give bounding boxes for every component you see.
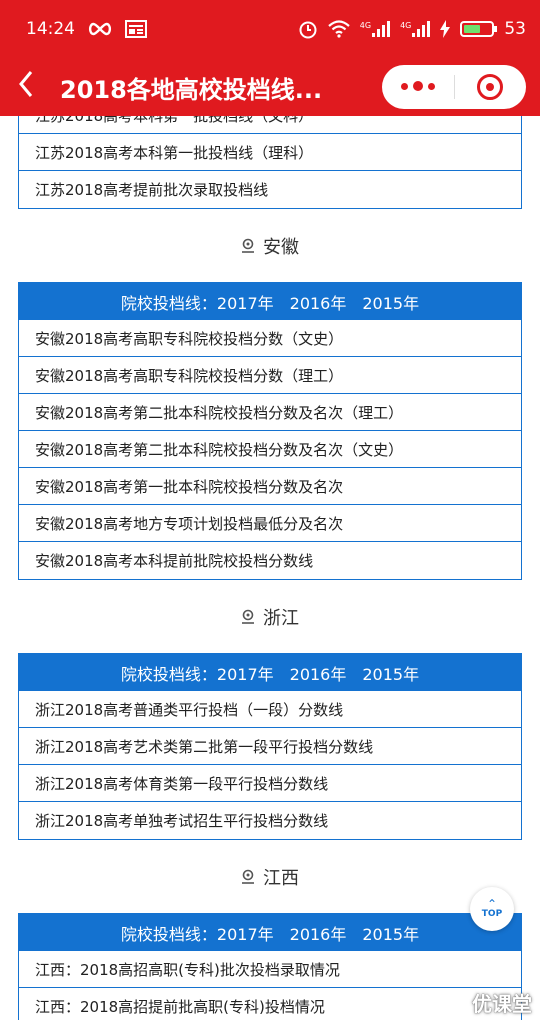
- list-item[interactable]: 安徽2018高考高职专科院校投档分数（理工）: [19, 357, 521, 394]
- battery-icon: [460, 21, 498, 37]
- year-link-2017[interactable]: 2017年: [217, 290, 274, 314]
- location-pin-icon: [242, 869, 254, 884]
- anhui-list: 院校投档线： 2017年 2016年 2015年 安徽2018高考高职专科院校投…: [18, 282, 522, 580]
- year-link-2017[interactable]: 2017年: [217, 661, 274, 685]
- list-item[interactable]: 安徽2018高考地方专项计划投档最低分及名次: [19, 505, 521, 542]
- infinity-icon: [88, 22, 112, 36]
- alarm-icon: [299, 21, 317, 39]
- list-item[interactable]: 江苏2018高考提前批次录取投档线: [19, 171, 521, 208]
- more-button[interactable]: [382, 81, 454, 92]
- list-item[interactable]: 安徽2018高考第二批本科院校投档分数及名次（理工）: [19, 394, 521, 431]
- header-label: 院校投档线：: [120, 664, 217, 684]
- battery-percent: 53: [504, 19, 526, 39]
- list-item[interactable]: 浙江2018高考单独考试招生平行投档分数线: [19, 802, 521, 839]
- location-pin-icon: [242, 238, 254, 253]
- chevron-left-icon: [19, 71, 33, 97]
- mini-program-capsule: [382, 65, 526, 109]
- app-header: 14:24 4G 4G 53 2018各地高校投档线...: [0, 0, 540, 116]
- back-to-top-label: TOP: [481, 909, 503, 919]
- signal-1-icon: 4G: [359, 21, 391, 37]
- location-pin-icon: [242, 609, 254, 624]
- watermark: 优课堂: [472, 992, 532, 1016]
- more-dots-icon: [400, 82, 408, 90]
- list-item[interactable]: 安徽2018高考高职专科院校投档分数（文史）: [19, 320, 521, 357]
- list-item[interactable]: 江苏2018高考本科第一批投档线（理科）: [19, 134, 521, 171]
- net-type-1: 4G: [359, 21, 372, 30]
- nav-bar: 2018各地高校投档线...: [0, 58, 540, 116]
- status-bar: 14:24 4G 4G 53: [0, 0, 540, 58]
- list-item[interactable]: 浙江2018高考体育类第一段平行投档分数线: [19, 765, 521, 802]
- table-header: 院校投档线： 2017年 2016年 2015年: [19, 914, 521, 951]
- province-heading-jiangxi: 江西: [0, 840, 540, 913]
- list-item[interactable]: 安徽2018高考第一批本科院校投档分数及名次: [19, 468, 521, 505]
- list-item[interactable]: 江西：2018高招高职(专科)批次投档录取情况: [19, 951, 521, 988]
- year-link-2016[interactable]: 2016年: [290, 921, 347, 945]
- wifi-icon: [328, 20, 350, 38]
- year-link-2015[interactable]: 2015年: [362, 290, 419, 314]
- year-link-2016[interactable]: 2016年: [290, 290, 347, 314]
- province-name: 江西: [263, 867, 299, 889]
- content-area: 江苏2018高考本科第一批投档线（文科） 江苏2018高考本科第一批投档线（理科…: [0, 96, 540, 1020]
- header-label: 院校投档线：: [120, 293, 217, 313]
- list-item[interactable]: 安徽2018高考本科提前批院校投档分数线: [19, 542, 521, 579]
- news-app-icon: [125, 20, 147, 38]
- list-item[interactable]: 浙江2018高考艺术类第二批第一段平行投档分数线: [19, 728, 521, 765]
- jiangxi-list: 院校投档线： 2017年 2016年 2015年 江西：2018高招高职(专科)…: [18, 913, 522, 1020]
- back-to-top-button[interactable]: ⌃ TOP: [470, 887, 514, 931]
- back-button[interactable]: [18, 70, 54, 104]
- list-item[interactable]: 浙江2018高考普通类平行投档（一段）分数线: [19, 691, 521, 728]
- year-link-2015[interactable]: 2015年: [362, 921, 419, 945]
- province-heading-anhui: 安徽: [0, 209, 540, 282]
- header-label: 院校投档线：: [120, 924, 217, 944]
- table-header: 院校投档线： 2017年 2016年 2015年: [19, 654, 521, 691]
- page-title: 2018各地高校投档线...: [60, 75, 323, 104]
- target-close-icon: [477, 74, 504, 100]
- list-item[interactable]: 安徽2018高考第二批本科院校投档分数及名次（文史）: [19, 431, 521, 468]
- province-heading-zhejiang: 浙江: [0, 580, 540, 653]
- table-header: 院校投档线： 2017年 2016年 2015年: [19, 283, 521, 320]
- year-link-2015[interactable]: 2015年: [362, 661, 419, 685]
- list-item[interactable]: 江西：2018高招提前批高职(专科)投档情况: [19, 988, 521, 1020]
- year-link-2017[interactable]: 2017年: [217, 921, 274, 945]
- province-name: 浙江: [263, 607, 299, 629]
- status-time: 14:24: [26, 19, 75, 39]
- zhejiang-list: 院校投档线： 2017年 2016年 2015年 浙江2018高考普通类平行投档…: [18, 653, 522, 840]
- net-type-2: 4G: [400, 21, 412, 30]
- chevron-up-icon: ⌃: [486, 897, 498, 911]
- charging-icon: [440, 20, 451, 38]
- signal-2-icon: 4G: [400, 21, 431, 37]
- year-link-2016[interactable]: 2016年: [290, 661, 347, 685]
- province-name: 安徽: [263, 236, 299, 258]
- close-button[interactable]: [455, 74, 527, 100]
